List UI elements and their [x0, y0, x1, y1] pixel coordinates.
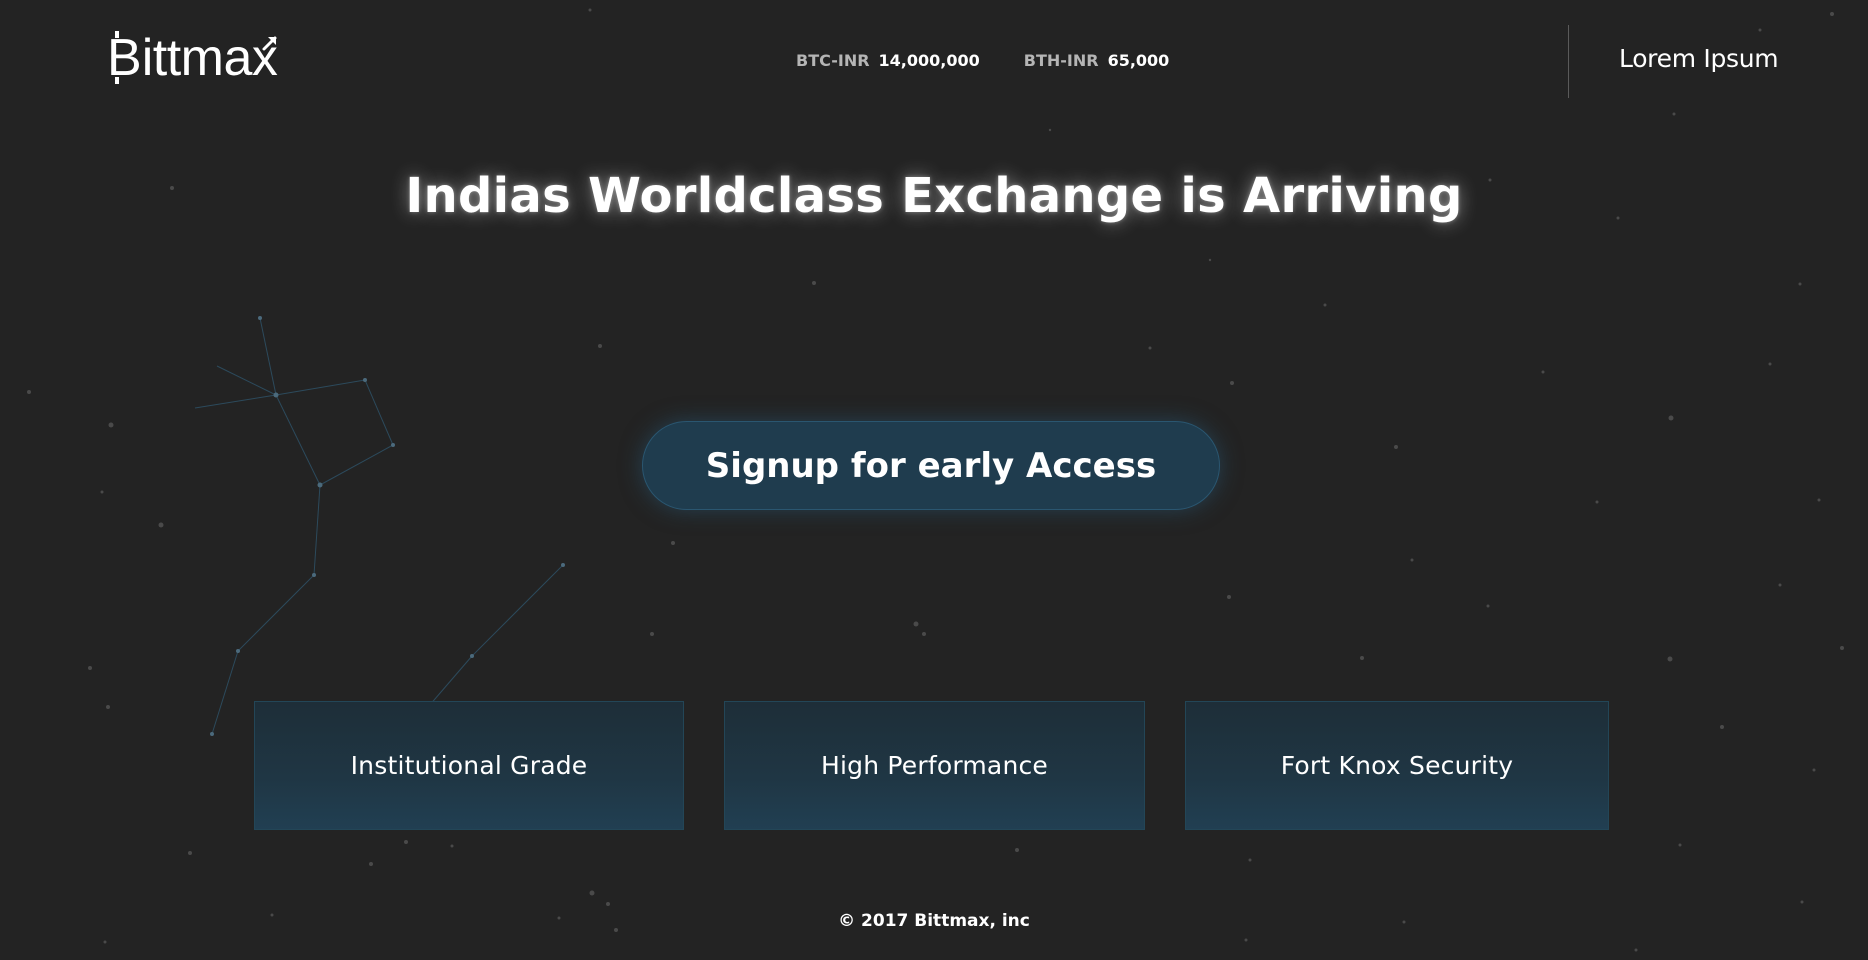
feature-card-fort-knox-security: Fort Knox Security [1185, 701, 1609, 830]
header-link[interactable]: Lorem Ipsum [1619, 44, 1779, 73]
feature-cards: Institutional Grade High Performance For… [0, 701, 1868, 831]
price-ticker: BTC-INR 14,000,000 BTH-INR 65,000 [796, 51, 1169, 70]
arrow-up-right-icon [262, 36, 277, 51]
ticker-pair: BTH-INR [1023, 51, 1099, 70]
ticker-item-bth: BTH-INR 65,000 [1024, 51, 1170, 70]
constellation-nodes [210, 316, 565, 736]
header-divider [1568, 25, 1569, 98]
feature-card-institutional-grade: Institutional Grade [254, 701, 684, 830]
constellation-lines [194, 317, 564, 758]
feature-label: Institutional Grade [350, 751, 588, 780]
logo-text: ittmax [141, 29, 278, 87]
feature-label: Fort Knox Security [1280, 751, 1514, 780]
bittmax-logo[interactable]: B ittmax [107, 28, 278, 88]
feature-card-high-performance: High Performance [724, 701, 1145, 830]
ticker-pair: BTC-INR [796, 51, 870, 70]
ticker-value: 65,000 [1107, 51, 1170, 70]
landing-page: B ittmax BTC-INR 14,000,000 BTH-INR 65,0… [0, 0, 1868, 960]
feature-label: High Performance [820, 751, 1049, 780]
footer-copyright: © 2017 Bittmax, inc [838, 911, 1030, 931]
signup-button[interactable]: Signup for early Access [642, 421, 1220, 510]
hero-title: Indias Worldclass Exchange is Arriving [405, 168, 1463, 224]
ticker-item-btc: BTC-INR 14,000,000 [796, 51, 980, 70]
bitcoin-b-icon: B [107, 29, 142, 87]
ticker-value: 14,000,000 [878, 51, 980, 70]
